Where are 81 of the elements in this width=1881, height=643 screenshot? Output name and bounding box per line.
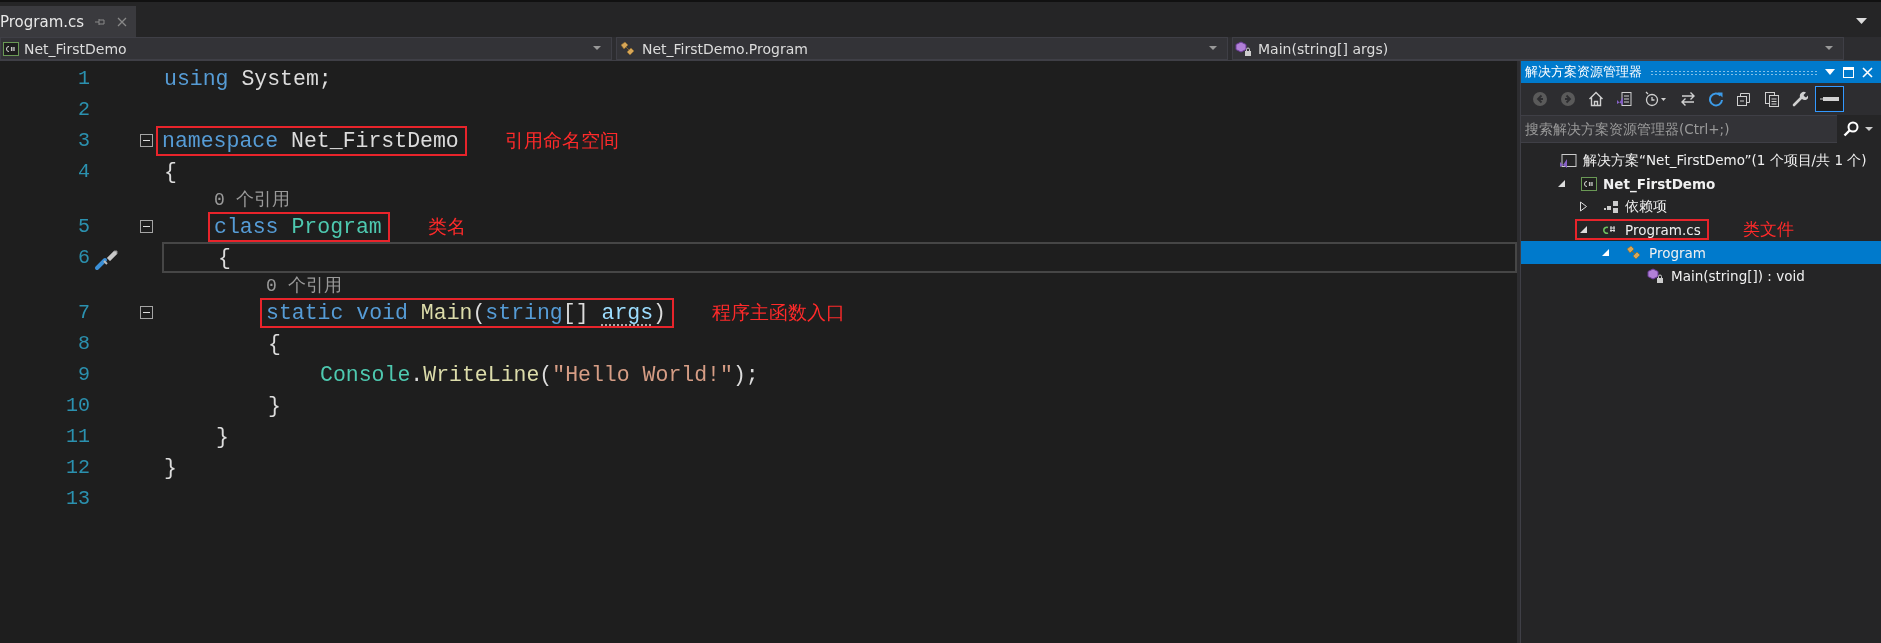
annotation-label: 类文件 [1742,218,1794,241]
code-line: { [267,330,282,358]
search-icon[interactable] [1843,121,1859,137]
class-icon [1625,244,1643,261]
tree-item[interactable]: Program.cs 类文件 [1521,218,1881,241]
dependencies-icon [1603,199,1619,214]
document-tab[interactable]: Program.cs [0,6,137,37]
tree-item[interactable]: Main(string[]) : void [1521,264,1881,287]
line-number: 7 [77,301,90,324]
line-number: 9 [77,363,90,386]
tree-item[interactable]: Program [1521,241,1881,264]
code-line: } [215,423,230,451]
collapse-icon[interactable] [140,220,153,233]
collapsed-arrow-icon[interactable] [1579,201,1588,212]
switch-view-icon [1616,91,1632,107]
class-icon [619,40,637,57]
caret-icon[interactable] [1865,126,1873,132]
refresh-icon [1708,91,1724,107]
solution-icon [1559,152,1577,169]
dropdown-icon[interactable] [1856,18,1867,25]
caret-icon [1209,46,1217,51]
tree-label: 依赖项 [1625,197,1667,216]
code-line: Console.WriteLine("Hello World!"); [319,361,760,389]
code-line: } [163,454,178,482]
collapse-icon[interactable] [140,134,153,147]
caret-icon [593,46,601,51]
preview-pane-icon [1820,97,1839,101]
method-icon [1647,267,1665,284]
csharp-project-icon [1581,176,1597,191]
navigation-dropdown[interactable]: Main(string[] args) [1232,37,1844,60]
tree-label: Main(string[]) : void [1671,267,1805,284]
search-field[interactable]: 搜索解决方案资源管理器(Ctrl+;) [1521,115,1837,143]
code-line: { [217,244,232,272]
collapse-icon[interactable] [140,306,153,319]
line-number: 4 [77,160,90,183]
tree-label: Program [1649,244,1706,261]
line-number: 2 [77,98,90,121]
line-number: 3 [77,129,90,152]
home-icon [1588,91,1604,107]
line-number: 12 [65,456,90,479]
navigation-dropdown[interactable]: Net_FirstDemo [0,37,612,60]
line-number: 10 [65,394,90,417]
close-icon[interactable] [116,15,129,28]
reference-count[interactable]: 0 个引用 [214,187,290,211]
tree-item[interactable]: 解决方案“Net_FirstDemo”(1 个项目/共 1 个) [1521,149,1881,172]
close-icon[interactable] [1862,66,1873,78]
reference-count[interactable]: 0 个引用 [266,273,342,297]
method-icon [1235,40,1253,57]
line-number: 1 [77,67,90,90]
wrench-icon [1792,91,1808,107]
caret-icon [1825,46,1833,51]
tree-item[interactable]: 依赖项 [1521,195,1881,218]
tree-item[interactable]: Net_FirstDemo [1521,172,1881,195]
line-number: 13 [65,487,90,510]
tree-label: Net_FirstDemo [1603,175,1716,192]
back-icon [1532,91,1548,107]
annotation-label: 引用命名空间 [504,127,619,153]
annotation-label: 程序主函数入口 [712,299,845,325]
tree-label: Program.cs [1625,221,1701,238]
line-number: 5 [77,215,90,238]
line-number: 11 [65,425,90,448]
expanded-arrow-icon[interactable] [1557,179,1566,188]
collapse-all-icon [1736,91,1752,107]
code-line: using System; [163,65,333,93]
tab-label: Program.cs [0,12,85,31]
clock-icon [1644,91,1668,107]
expanded-arrow-icon[interactable] [1579,225,1588,234]
navigation-dropdown[interactable]: Net_FirstDemo.Program [616,37,1228,60]
annotation-label: 类名 [427,213,466,239]
maximize-icon[interactable] [1843,66,1854,78]
panel-title: 解决方案资源管理器 [1525,63,1642,81]
csharp-project-icon [3,41,19,56]
sync-arrows-icon [1680,91,1696,107]
forward-icon [1560,91,1576,107]
copy-icon [1764,91,1780,107]
code-line: { [163,158,178,186]
code-line: } [267,392,282,420]
line-number: 8 [77,332,90,355]
tree-label: 解决方案“Net_FirstDemo”(1 个项目/共 1 个) [1583,151,1867,170]
line-number: 6 [77,246,90,269]
toolbar-button[interactable] [1815,86,1844,112]
